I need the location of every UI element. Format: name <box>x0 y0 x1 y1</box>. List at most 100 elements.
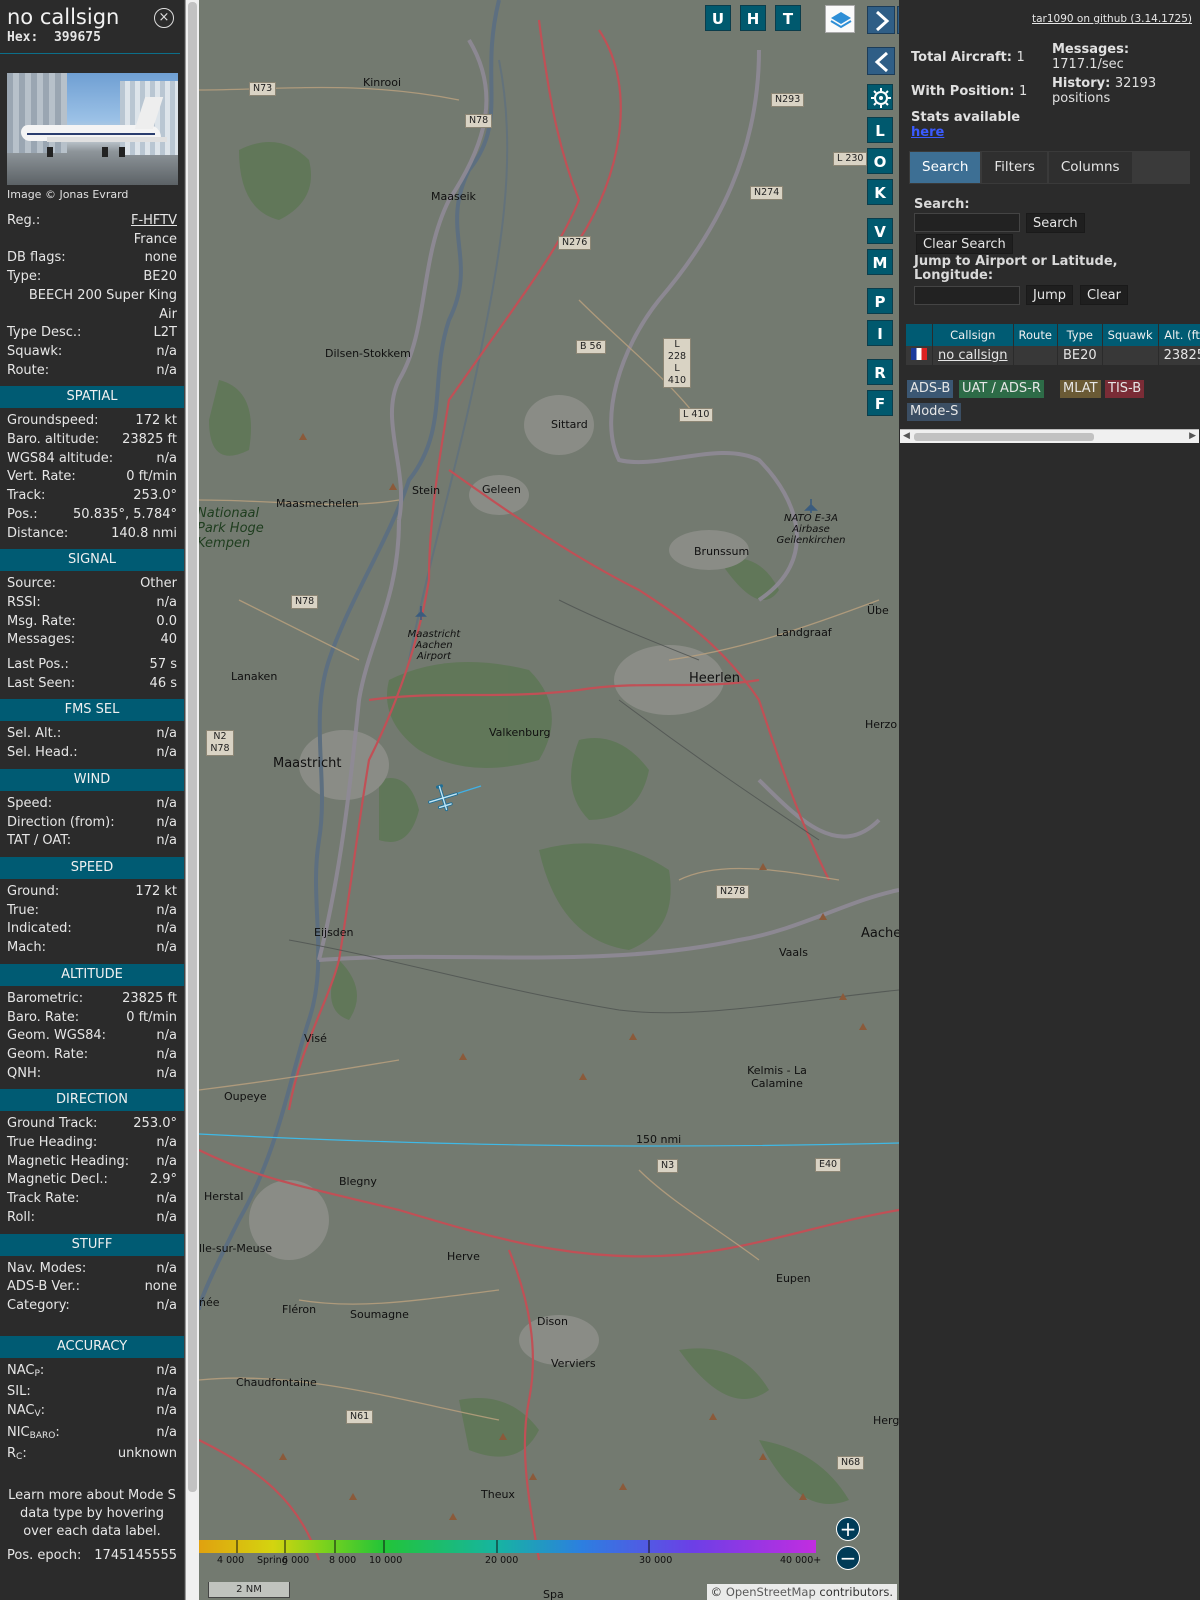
section-header-direction[interactable]: DIRECTION <box>0 1089 184 1112</box>
info-label[interactable]: Messages: <box>7 631 75 650</box>
map-button-u[interactable]: U <box>705 5 731 31</box>
column-header[interactable]: Callsign <box>932 324 1014 346</box>
map-button-h[interactable]: H <box>740 5 766 31</box>
info-label[interactable]: WGS84 altitude: <box>7 450 113 469</box>
jump-button[interactable]: Jump <box>1026 285 1073 305</box>
info-label[interactable]: Ground: <box>7 883 59 902</box>
column-header[interactable]: Route <box>1013 324 1058 346</box>
info-label[interactable]: Sel. Head.: <box>7 744 78 763</box>
scrollbar-thumb[interactable] <box>188 2 197 1492</box>
tab-columns[interactable]: Columns <box>1048 152 1132 183</box>
section-header-wind[interactable]: WIND <box>0 768 184 791</box>
info-label[interactable]: Vert. Rate: <box>7 468 76 487</box>
expand-panel-button[interactable] <box>867 6 895 34</box>
info-label[interactable]: Nav. Modes: <box>7 1260 86 1279</box>
section-header-altitude[interactable]: ALTITUDE <box>0 963 184 986</box>
column-header[interactable]: Type <box>1057 324 1103 346</box>
section-header-stuff[interactable]: STUFF <box>0 1233 184 1256</box>
map-button-l[interactable]: L <box>867 117 893 143</box>
scroll-left-icon[interactable]: ◀ <box>903 430 910 443</box>
info-label[interactable]: Distance: <box>7 525 68 544</box>
info-label[interactable]: Mach: <box>7 939 46 958</box>
map-button-o[interactable]: O <box>867 148 893 174</box>
info-label[interactable]: Msg. Rate: <box>7 613 76 632</box>
info-label[interactable]: Magnetic Heading: <box>7 1153 129 1172</box>
layers-button[interactable] <box>825 5 855 33</box>
stats-link[interactable]: here <box>911 125 944 140</box>
info-label[interactable]: ADS-B Ver.: <box>7 1278 80 1297</box>
zoom-in-button[interactable]: + <box>836 1517 860 1541</box>
info-label[interactable]: Groundspeed: <box>7 412 98 431</box>
zoom-out-button[interactable]: − <box>836 1546 860 1570</box>
info-label[interactable]: Track: <box>7 487 45 506</box>
info-label[interactable]: Ground Track: <box>7 1115 97 1134</box>
github-link[interactable]: tar1090 on github (3.14.1725) <box>1032 13 1192 25</box>
close-icon[interactable]: × <box>154 8 174 28</box>
info-label[interactable]: Speed: <box>7 795 52 814</box>
map[interactable]: Kinrooi Maaseik Dilsen-Stokkem Sittard Stein… <box>199 0 899 1600</box>
info-label[interactable]: Barometric: <box>7 990 83 1009</box>
info-label[interactable]: True Heading: <box>7 1134 97 1153</box>
info-label[interactable]: Last Seen: <box>7 675 75 694</box>
info-label[interactable]: Baro. Rate: <box>7 1009 79 1028</box>
detail-value[interactable]: F-HFTV <box>131 212 177 231</box>
map-button-k[interactable]: K <box>867 179 893 205</box>
map-button-i[interactable]: I <box>867 320 893 346</box>
map-button-f[interactable]: F <box>867 390 893 416</box>
info-label[interactable]: Category: <box>7 1297 70 1316</box>
search-button[interactable]: Search <box>1026 213 1085 233</box>
tab-filters[interactable]: Filters <box>982 152 1047 183</box>
search-input[interactable] <box>914 213 1020 232</box>
map-button-r[interactable]: R <box>867 359 893 385</box>
settings-button[interactable] <box>867 84 893 110</box>
column-header[interactable]: Alt. (ft) <box>1158 324 1200 346</box>
table-row[interactable]: no callsign BE20 23825 <box>906 346 1200 365</box>
info-label[interactable]: Geom. WGS84: <box>7 1027 106 1046</box>
info-label[interactable]: QNH: <box>7 1065 41 1084</box>
info-label[interactable]: Indicated: <box>7 920 72 939</box>
column-header[interactable]: Squawk <box>1102 324 1159 346</box>
column-header[interactable] <box>906 324 933 346</box>
tab-search[interactable]: Search <box>910 152 981 183</box>
scroll-right-icon[interactable]: ▶ <box>1189 430 1196 443</box>
accuracy-label[interactable]: NACP: <box>7 1362 44 1384</box>
horizontal-scrollbar-thumb[interactable] <box>914 433 1094 441</box>
info-row: Baro. Rate: 0 ft/min <box>0 1009 184 1028</box>
info-label[interactable]: Direction (from): <box>7 814 115 833</box>
info-label[interactable]: RSSI: <box>7 594 41 613</box>
left-panel-scrollbar[interactable] <box>185 0 199 1600</box>
info-label[interactable]: Geom. Rate: <box>7 1046 88 1065</box>
aircraft-photo[interactable] <box>7 73 178 185</box>
info-label[interactable]: Track Rate: <box>7 1190 79 1209</box>
section-header-speed[interactable]: SPEED <box>0 856 184 879</box>
aircraft-marker[interactable] <box>426 782 460 813</box>
table-horizontal-scrollbar[interactable]: ◀ ▶ <box>900 429 1199 443</box>
cell-callsign[interactable]: no callsign <box>932 346 1014 365</box>
info-label[interactable]: Magnetic Decl.: <box>7 1171 108 1190</box>
accuracy-label[interactable]: NICBARO: <box>7 1424 60 1446</box>
altitude-tick: 20 000 <box>485 1555 519 1566</box>
osm-link[interactable]: OpenStreetMap <box>726 1585 816 1599</box>
info-label[interactable]: Baro. altitude: <box>7 431 99 450</box>
accuracy-label[interactable]: NACV: <box>7 1402 45 1424</box>
accuracy-label[interactable]: RC: <box>7 1445 27 1467</box>
clear-search-button[interactable]: Clear Search <box>916 234 1013 254</box>
section-header-spatial[interactable]: SPATIAL <box>0 386 184 409</box>
map-button-m[interactable]: M <box>867 249 893 275</box>
section-header-signal[interactable]: SIGNAL <box>0 549 184 572</box>
map-button-v[interactable]: V <box>867 218 893 244</box>
clear-jump-button[interactable]: Clear <box>1080 285 1128 305</box>
jump-input[interactable] <box>914 286 1020 305</box>
back-button[interactable] <box>867 47 895 75</box>
accuracy-label[interactable]: SIL: <box>7 1383 31 1402</box>
section-header-fms-sel[interactable]: FMS SEL <box>0 699 184 722</box>
info-label[interactable]: Roll: <box>7 1209 35 1228</box>
info-label[interactable]: Source: <box>7 575 56 594</box>
info-label[interactable]: TAT / OAT: <box>7 832 71 851</box>
info-label[interactable]: Pos.: <box>7 506 38 525</box>
info-label[interactable]: True: <box>7 902 39 921</box>
map-button-t[interactable]: T <box>775 5 801 31</box>
map-button-p[interactable]: P <box>867 288 893 314</box>
info-label[interactable]: Sel. Alt.: <box>7 725 61 744</box>
info-label[interactable]: Last Pos.: <box>7 656 69 675</box>
